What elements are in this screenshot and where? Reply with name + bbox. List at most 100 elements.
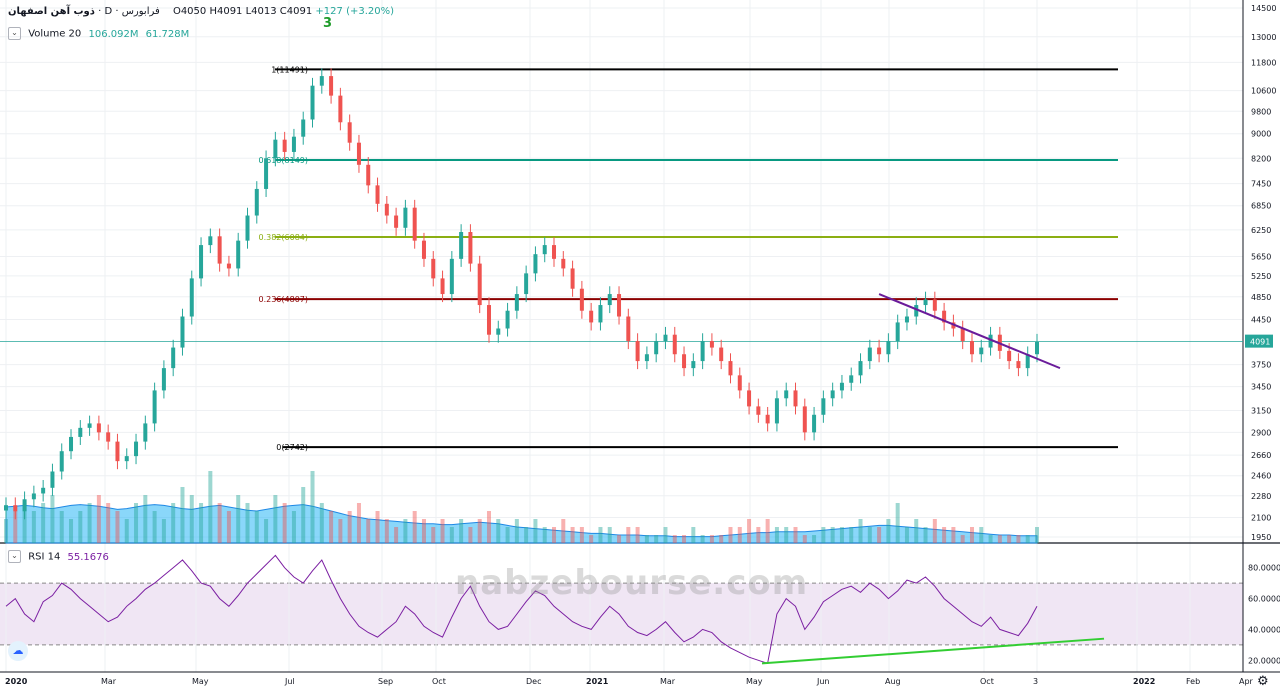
volume-bar (774, 527, 779, 543)
price-axis-label: 2460 (1251, 472, 1271, 481)
rsi-value: 55.1676 (67, 551, 109, 563)
volume-bar (412, 511, 417, 543)
candle-body (737, 375, 742, 391)
volume-bar (682, 535, 687, 543)
symbol-name[interactable]: ذوب آهن اصفهان (8, 6, 95, 17)
volume-bar (217, 503, 222, 543)
volume-label[interactable]: Volume 20 (28, 29, 81, 40)
volume-bar (654, 535, 659, 543)
volume-bar (942, 527, 947, 543)
candle-body (598, 305, 603, 323)
candle-body (1016, 361, 1021, 369)
volume-bar (338, 519, 343, 543)
volume-bar (737, 527, 742, 543)
price-axis-label: 3450 (1251, 383, 1271, 392)
candle-body (449, 258, 454, 295)
time-axis-label: Aug (885, 677, 901, 686)
volume-bar (988, 535, 993, 543)
volume-bar (50, 495, 55, 543)
current-price-label: 4091 (1250, 338, 1270, 347)
volume-bar (301, 487, 306, 543)
volume-bar (505, 527, 510, 543)
volume-bar (236, 495, 241, 543)
rsi-label[interactable]: RSI 14 (28, 552, 60, 563)
candle-body (171, 347, 176, 369)
candle-body (570, 268, 575, 289)
time-axis-label: Mar (101, 677, 117, 686)
volume-bar (514, 519, 519, 543)
tradingview-logo-icon[interactable]: ☁ (8, 641, 28, 661)
candle-body (524, 273, 529, 295)
volume-bar (273, 495, 278, 543)
candle-body (226, 263, 231, 269)
volume-bar (867, 527, 872, 543)
volume-legend: ⌄ Volume 20 106.092M 61.728M (8, 27, 189, 40)
price-axis-label: 9800 (1251, 107, 1271, 116)
candle-body (282, 139, 287, 152)
candle-body (291, 136, 296, 152)
volume-value-2: 61.728M (145, 28, 190, 40)
volume-bar (161, 519, 166, 543)
down-trendline (878, 293, 1061, 370)
candle-body (663, 334, 668, 342)
fib-level-label: 0.382(6084) (258, 233, 308, 242)
candle-body (552, 245, 557, 259)
candle-body (979, 347, 984, 355)
volume-bar (189, 495, 194, 543)
volume-bar (1007, 535, 1012, 543)
time-axis-label: Sep (378, 677, 393, 686)
volume-bar (282, 503, 287, 543)
gear-icon[interactable]: ⚙ (1257, 674, 1269, 689)
volume-bar (477, 519, 482, 543)
volume-bar (291, 511, 296, 543)
candle-body (709, 341, 714, 348)
candle-body (821, 398, 826, 415)
volume-bar (1035, 527, 1039, 543)
volume-bar (589, 535, 594, 543)
candle-body (672, 334, 677, 355)
candle-body (514, 294, 519, 311)
volume-bar (449, 527, 454, 543)
fib-level-label: 0.236(4807) (258, 295, 308, 304)
price-axis-label: 6850 (1251, 202, 1271, 211)
candle-body (626, 316, 631, 342)
price-axis-label: 7450 (1251, 180, 1271, 189)
time-axis-label: 3 (1033, 677, 1038, 686)
candle-body (867, 347, 872, 362)
volume-bar (914, 519, 919, 543)
volume-bar (839, 527, 844, 543)
candle-body (152, 390, 157, 424)
volume-bar (691, 527, 696, 543)
candle-body (124, 456, 129, 462)
volume-bar (152, 511, 157, 543)
volume-bar (700, 535, 705, 543)
volume-bar (384, 519, 389, 543)
volume-bar (1016, 535, 1021, 543)
candle-body (886, 341, 891, 355)
candle-body (644, 354, 649, 362)
volume-bar (644, 535, 649, 543)
price-axis-label: 9000 (1251, 130, 1271, 139)
price-axis-label: 13000 (1251, 33, 1276, 42)
candle-body (394, 215, 399, 228)
watermark: nabzebourse.com (455, 563, 809, 603)
price-axis-label: 3750 (1251, 361, 1271, 370)
candle-body (384, 203, 389, 216)
chevron-down-icon[interactable]: ⌄ (8, 550, 21, 563)
volume-bar (747, 519, 752, 543)
volume-bar (319, 503, 324, 543)
time-axis-label: Apr (1239, 677, 1254, 686)
volume-value-1: 106.092M (88, 28, 139, 40)
volume-bar (264, 519, 269, 543)
chevron-down-icon[interactable]: ⌄ (8, 27, 21, 40)
candle-body (793, 390, 798, 407)
candle-body (431, 258, 436, 279)
candle-body (858, 361, 863, 376)
volume-bar (765, 519, 770, 543)
time-axis-label: May (192, 677, 209, 686)
timeframe[interactable]: D (104, 6, 112, 17)
candle-body (134, 441, 139, 457)
candle-body (347, 122, 352, 143)
candle-body (459, 232, 464, 259)
candle-body (542, 245, 547, 255)
